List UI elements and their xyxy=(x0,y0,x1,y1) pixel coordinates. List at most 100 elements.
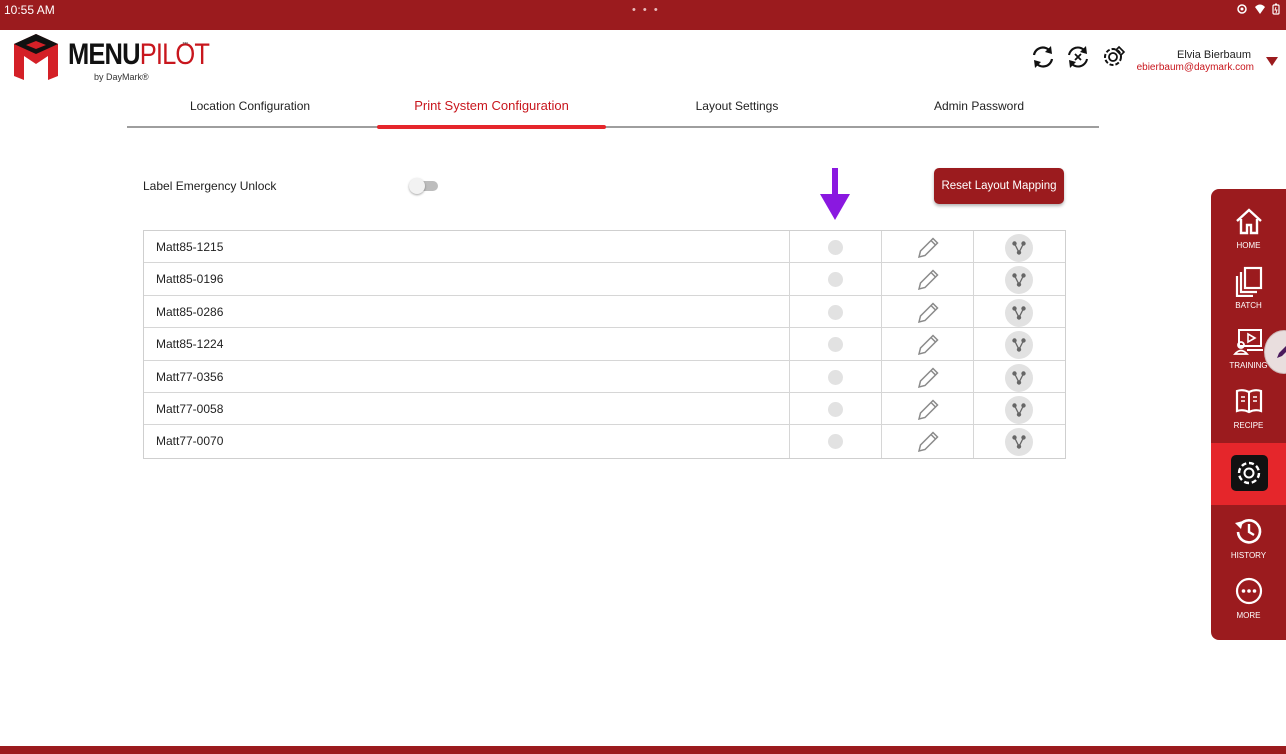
printer-select-radio[interactable] xyxy=(828,304,843,320)
user-menu-caret-icon[interactable] xyxy=(1266,57,1278,66)
layout-mapping-button[interactable] xyxy=(1005,395,1033,424)
printer-select-radio[interactable] xyxy=(828,369,843,385)
select-cell xyxy=(789,295,881,328)
tab-admin-password[interactable]: Admin Password xyxy=(869,90,1089,126)
table-row: Matt85-1215 xyxy=(144,231,1066,264)
tab-print-system-configuration[interactable]: Print System Configuration xyxy=(377,90,606,129)
nav-more[interactable]: MORE xyxy=(1211,569,1286,629)
mapping-cell xyxy=(973,231,1066,263)
annotation-arrow-icon xyxy=(820,168,850,220)
emergency-unlock-label: Label Emergency Unlock xyxy=(143,179,277,193)
nav-recipe[interactable]: RECIPE xyxy=(1211,379,1286,439)
bottom-bar xyxy=(0,746,1286,754)
mapping-cell xyxy=(973,295,1066,328)
edit-pencil-icon[interactable] xyxy=(915,267,941,293)
mapping-nodes-icon xyxy=(1012,403,1026,417)
table-row: Matt77-0356 xyxy=(144,360,1066,393)
nav-label-batch: BATCH xyxy=(1235,301,1262,310)
tab-layout-settings[interactable]: Layout Settings xyxy=(639,90,835,126)
nav-home[interactable]: HOME xyxy=(1211,199,1286,259)
mapping-cell xyxy=(973,263,1066,295)
printer-name: Matt85-1215 xyxy=(156,240,224,254)
table-row: Matt85-0196 xyxy=(144,263,1066,296)
mapping-cell xyxy=(973,360,1066,392)
nav-label-home: HOME xyxy=(1236,241,1261,250)
side-navigation: HOME BATCH TRAINING RECIPE HISTORY MORE xyxy=(1211,189,1286,640)
layout-mapping-button[interactable] xyxy=(1005,331,1033,360)
mapping-nodes-icon xyxy=(1012,306,1026,320)
user-name[interactable]: Elvia Bierbaum xyxy=(1177,49,1251,61)
edit-pencil-icon[interactable] xyxy=(915,300,941,326)
edit-pencil-icon[interactable] xyxy=(915,397,941,423)
nav-label-history: HISTORY xyxy=(1230,551,1267,560)
printer-name: Matt77-0070 xyxy=(156,434,224,449)
toggle-knob xyxy=(409,178,425,194)
user-email[interactable]: ebierbaum@daymark.com xyxy=(1137,62,1254,73)
layout-mapping-button[interactable] xyxy=(1005,298,1033,327)
tab-location-configuration[interactable]: Location Configuration xyxy=(127,90,373,126)
wifi-icon xyxy=(1254,3,1266,18)
menupilot-logo[interactable]: MENUPILOT ™ by DayMark® xyxy=(12,32,210,84)
nav-label-more: MORE xyxy=(1236,611,1261,620)
printer-name: Matt85-0286 xyxy=(156,304,224,319)
edit-cell xyxy=(881,425,973,458)
edit-pencil-icon[interactable] xyxy=(915,235,941,261)
layout-mapping-button[interactable] xyxy=(1005,234,1033,262)
brand-byline: by DayMark® xyxy=(94,72,149,82)
printer-select-radio[interactable] xyxy=(828,434,843,450)
mapping-nodes-icon xyxy=(1012,338,1026,352)
printer-select-radio[interactable] xyxy=(828,401,843,417)
cancel-sync-icon[interactable] xyxy=(1065,44,1091,70)
edit-cell xyxy=(881,392,973,425)
edit-cell xyxy=(881,328,973,360)
gear-wrench-icon[interactable] xyxy=(1101,44,1127,70)
table-row: Matt77-0070 xyxy=(144,425,1066,458)
table-row: Matt77-0058 xyxy=(144,392,1066,426)
home-icon xyxy=(1236,208,1262,235)
edit-pencil-icon[interactable] xyxy=(915,365,941,391)
edit-cell xyxy=(881,231,973,263)
logo-mark-icon xyxy=(14,34,58,80)
nav-history[interactable]: HISTORY xyxy=(1211,509,1286,569)
training-icon xyxy=(1233,329,1263,355)
printer-name: Matt77-0356 xyxy=(156,369,224,384)
layout-mapping-button[interactable] xyxy=(1005,428,1033,457)
status-time: 10:55 AM xyxy=(4,3,55,17)
printer-select-radio[interactable] xyxy=(828,272,843,288)
more-icon xyxy=(1235,577,1263,605)
printer-name: Matt85-0196 xyxy=(156,272,224,287)
mapping-cell xyxy=(973,425,1066,458)
mapping-nodes-icon xyxy=(1012,370,1026,385)
history-icon xyxy=(1235,519,1262,544)
edit-cell xyxy=(881,360,973,392)
nav-settings[interactable] xyxy=(1211,443,1286,505)
nav-label-recipe: RECIPE xyxy=(1233,421,1264,430)
sync-icon[interactable] xyxy=(1030,44,1056,70)
table-row: Matt85-1224 xyxy=(144,328,1065,361)
printer-name: Matt85-1224 xyxy=(156,337,224,352)
printer-select-radio[interactable] xyxy=(828,337,843,353)
system-icons xyxy=(1236,3,1280,18)
mapping-cell xyxy=(973,392,1066,425)
select-cell xyxy=(789,263,881,295)
select-cell xyxy=(789,425,881,458)
edit-cell xyxy=(881,295,973,328)
emergency-unlock-toggle[interactable] xyxy=(409,178,438,194)
printer-name: Matt77-0058 xyxy=(156,401,224,416)
select-cell xyxy=(789,360,881,392)
printer-select-radio[interactable] xyxy=(828,240,843,255)
nav-batch[interactable]: BATCH xyxy=(1211,259,1286,319)
reset-layout-mapping-button[interactable]: Reset Layout Mapping xyxy=(934,168,1064,204)
table-row: Matt85-0286 xyxy=(144,295,1066,329)
battery-icon xyxy=(1272,3,1280,18)
edit-pencil-icon[interactable] xyxy=(915,332,941,358)
mapping-nodes-icon xyxy=(1012,435,1026,450)
printer-table: Matt85-1215 Matt85-0196 Matt85-0286 Matt85-… xyxy=(143,230,1066,459)
layout-mapping-button[interactable] xyxy=(1005,363,1033,392)
layout-mapping-button[interactable] xyxy=(1005,266,1033,295)
edit-cell xyxy=(881,263,973,295)
trademark: ™ xyxy=(182,42,188,48)
batch-icon xyxy=(1235,266,1263,297)
select-cell xyxy=(789,231,881,263)
edit-pencil-icon[interactable] xyxy=(915,429,941,455)
